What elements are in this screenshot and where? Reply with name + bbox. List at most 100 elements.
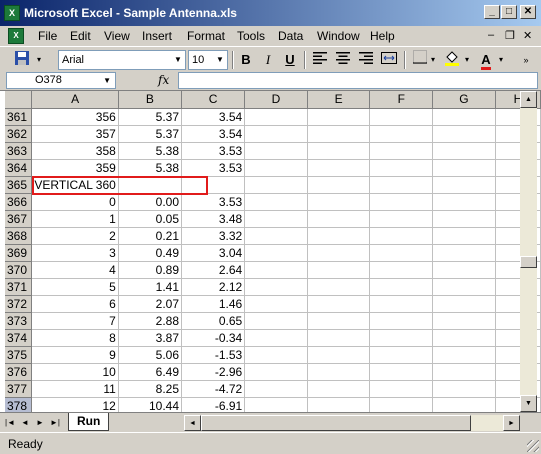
cell-c[interactable]: 3.54 [181, 125, 246, 143]
vertical-scroll-thumb[interactable] [520, 256, 537, 268]
empty-cell[interactable] [307, 159, 371, 177]
menu-format[interactable]: Format [187, 29, 225, 43]
scroll-left-icon[interactable]: ◄ [184, 415, 201, 431]
empty-cell[interactable] [307, 397, 371, 412]
cell-c[interactable]: 3.53 [181, 193, 246, 211]
empty-cell[interactable] [369, 244, 434, 262]
column-header-g[interactable]: G [432, 91, 496, 109]
empty-cell[interactable] [432, 176, 496, 194]
fill-color-icon[interactable] [442, 50, 462, 70]
cell-a[interactable]: 4 [31, 261, 119, 279]
scroll-right-icon[interactable]: ► [503, 415, 520, 431]
empty-cell[interactable] [369, 142, 434, 160]
empty-cell[interactable] [244, 227, 308, 245]
menu-view[interactable]: View [104, 29, 130, 43]
cell-a[interactable]: 6 [31, 295, 119, 313]
cell-b[interactable]: 2.88 [118, 312, 183, 330]
empty-cell[interactable] [307, 312, 371, 330]
empty-cell[interactable] [369, 125, 434, 143]
cell-b[interactable]: 0.89 [118, 261, 183, 279]
empty-cell[interactable] [307, 261, 371, 279]
empty-cell[interactable] [244, 312, 308, 330]
empty-cell[interactable] [432, 193, 496, 211]
cell-c[interactable]: 3.54 [181, 108, 246, 126]
row-header[interactable]: 366 [5, 193, 33, 211]
empty-cell[interactable] [432, 380, 496, 398]
cell-a[interactable]: 11 [31, 380, 119, 398]
cell-a[interactable]: 0 [31, 193, 119, 211]
italic-button[interactable]: I [258, 50, 278, 70]
menu-edit[interactable]: Edit [70, 29, 91, 43]
cell-a[interactable]: 1 [31, 210, 119, 228]
cell-a[interactable]: 3 [31, 244, 119, 262]
empty-cell[interactable] [369, 397, 434, 412]
empty-cell[interactable] [307, 176, 371, 194]
cell-a[interactable]: 9 [31, 346, 119, 364]
row-header[interactable]: 365 [5, 176, 33, 194]
sheet-tab-run[interactable]: Run [68, 413, 110, 431]
cell-b[interactable]: 0.00 [118, 193, 183, 211]
empty-cell[interactable] [244, 159, 308, 177]
toolbar-options-icon[interactable]: ▾ [34, 50, 44, 70]
cell-a[interactable]: 359 [31, 159, 119, 177]
empty-cell[interactable] [244, 278, 308, 296]
mdi-minimize-button[interactable]: – [488, 29, 494, 41]
row-header[interactable]: 374 [5, 329, 33, 347]
cell-c[interactable]: -1.53 [181, 346, 246, 364]
align-right-icon[interactable] [356, 50, 376, 70]
cell-a[interactable]: 8 [31, 329, 119, 347]
cell-b[interactable]: 1.41 [118, 278, 183, 296]
empty-cell[interactable] [432, 329, 496, 347]
empty-cell[interactable] [307, 295, 371, 313]
empty-cell[interactable] [432, 346, 496, 364]
cell-b[interactable]: 8.25 [118, 380, 183, 398]
insert-function-icon[interactable]: fx [158, 73, 169, 87]
cell-b[interactable]: 3.87 [118, 329, 183, 347]
cell-a[interactable]: 12 [31, 397, 119, 412]
empty-cell[interactable] [369, 261, 434, 279]
row-header[interactable]: 371 [5, 278, 33, 296]
cell-c[interactable]: 0.65 [181, 312, 246, 330]
empty-cell[interactable] [369, 329, 434, 347]
cell-b[interactable]: 10.44 [118, 397, 183, 412]
menu-insert[interactable]: Insert [142, 29, 172, 43]
column-header-b[interactable]: B [118, 91, 183, 109]
empty-cell[interactable] [244, 244, 308, 262]
maximize-button[interactable]: □ [501, 5, 517, 19]
row-header[interactable]: 372 [5, 295, 33, 313]
empty-cell[interactable] [369, 108, 434, 126]
row-header[interactable]: 368 [5, 227, 33, 245]
empty-cell[interactable] [432, 159, 496, 177]
cell-a[interactable]: 10 [31, 363, 119, 381]
font-size-combo[interactable]: 10 ▼ [188, 50, 228, 70]
empty-cell[interactable] [432, 227, 496, 245]
cell-c[interactable]: -2.96 [181, 363, 246, 381]
save-icon[interactable] [12, 50, 32, 70]
row-header[interactable]: 361 [5, 108, 33, 126]
row-header[interactable]: 364 [5, 159, 33, 177]
empty-cell[interactable] [432, 278, 496, 296]
chevron-down-icon[interactable]: ▾ [462, 50, 472, 70]
cell-a[interactable]: 357 [31, 125, 119, 143]
bold-button[interactable]: B [236, 50, 256, 70]
menu-window[interactable]: Window [317, 29, 360, 43]
empty-cell[interactable] [307, 363, 371, 381]
empty-cell[interactable] [432, 244, 496, 262]
cell-c[interactable]: -6.91 [181, 397, 246, 412]
name-box[interactable]: O378 ▼ [6, 72, 116, 89]
chevron-down-icon[interactable]: ▾ [428, 50, 438, 70]
empty-cell[interactable] [432, 363, 496, 381]
empty-cell[interactable] [369, 312, 434, 330]
cell-c[interactable]: 3.53 [181, 159, 246, 177]
empty-cell[interactable] [432, 261, 496, 279]
borders-icon[interactable] [410, 50, 430, 70]
underline-button[interactable]: U [280, 50, 300, 70]
cell-c[interactable]: 3.48 [181, 210, 246, 228]
chevron-down-icon[interactable]: ▼ [213, 51, 227, 69]
cell-b[interactable]: 2.07 [118, 295, 183, 313]
empty-cell[interactable] [369, 380, 434, 398]
empty-cell[interactable] [307, 108, 371, 126]
formula-input[interactable] [178, 72, 538, 89]
empty-cell[interactable] [244, 363, 308, 381]
next-sheet-icon[interactable]: ► [34, 416, 46, 430]
